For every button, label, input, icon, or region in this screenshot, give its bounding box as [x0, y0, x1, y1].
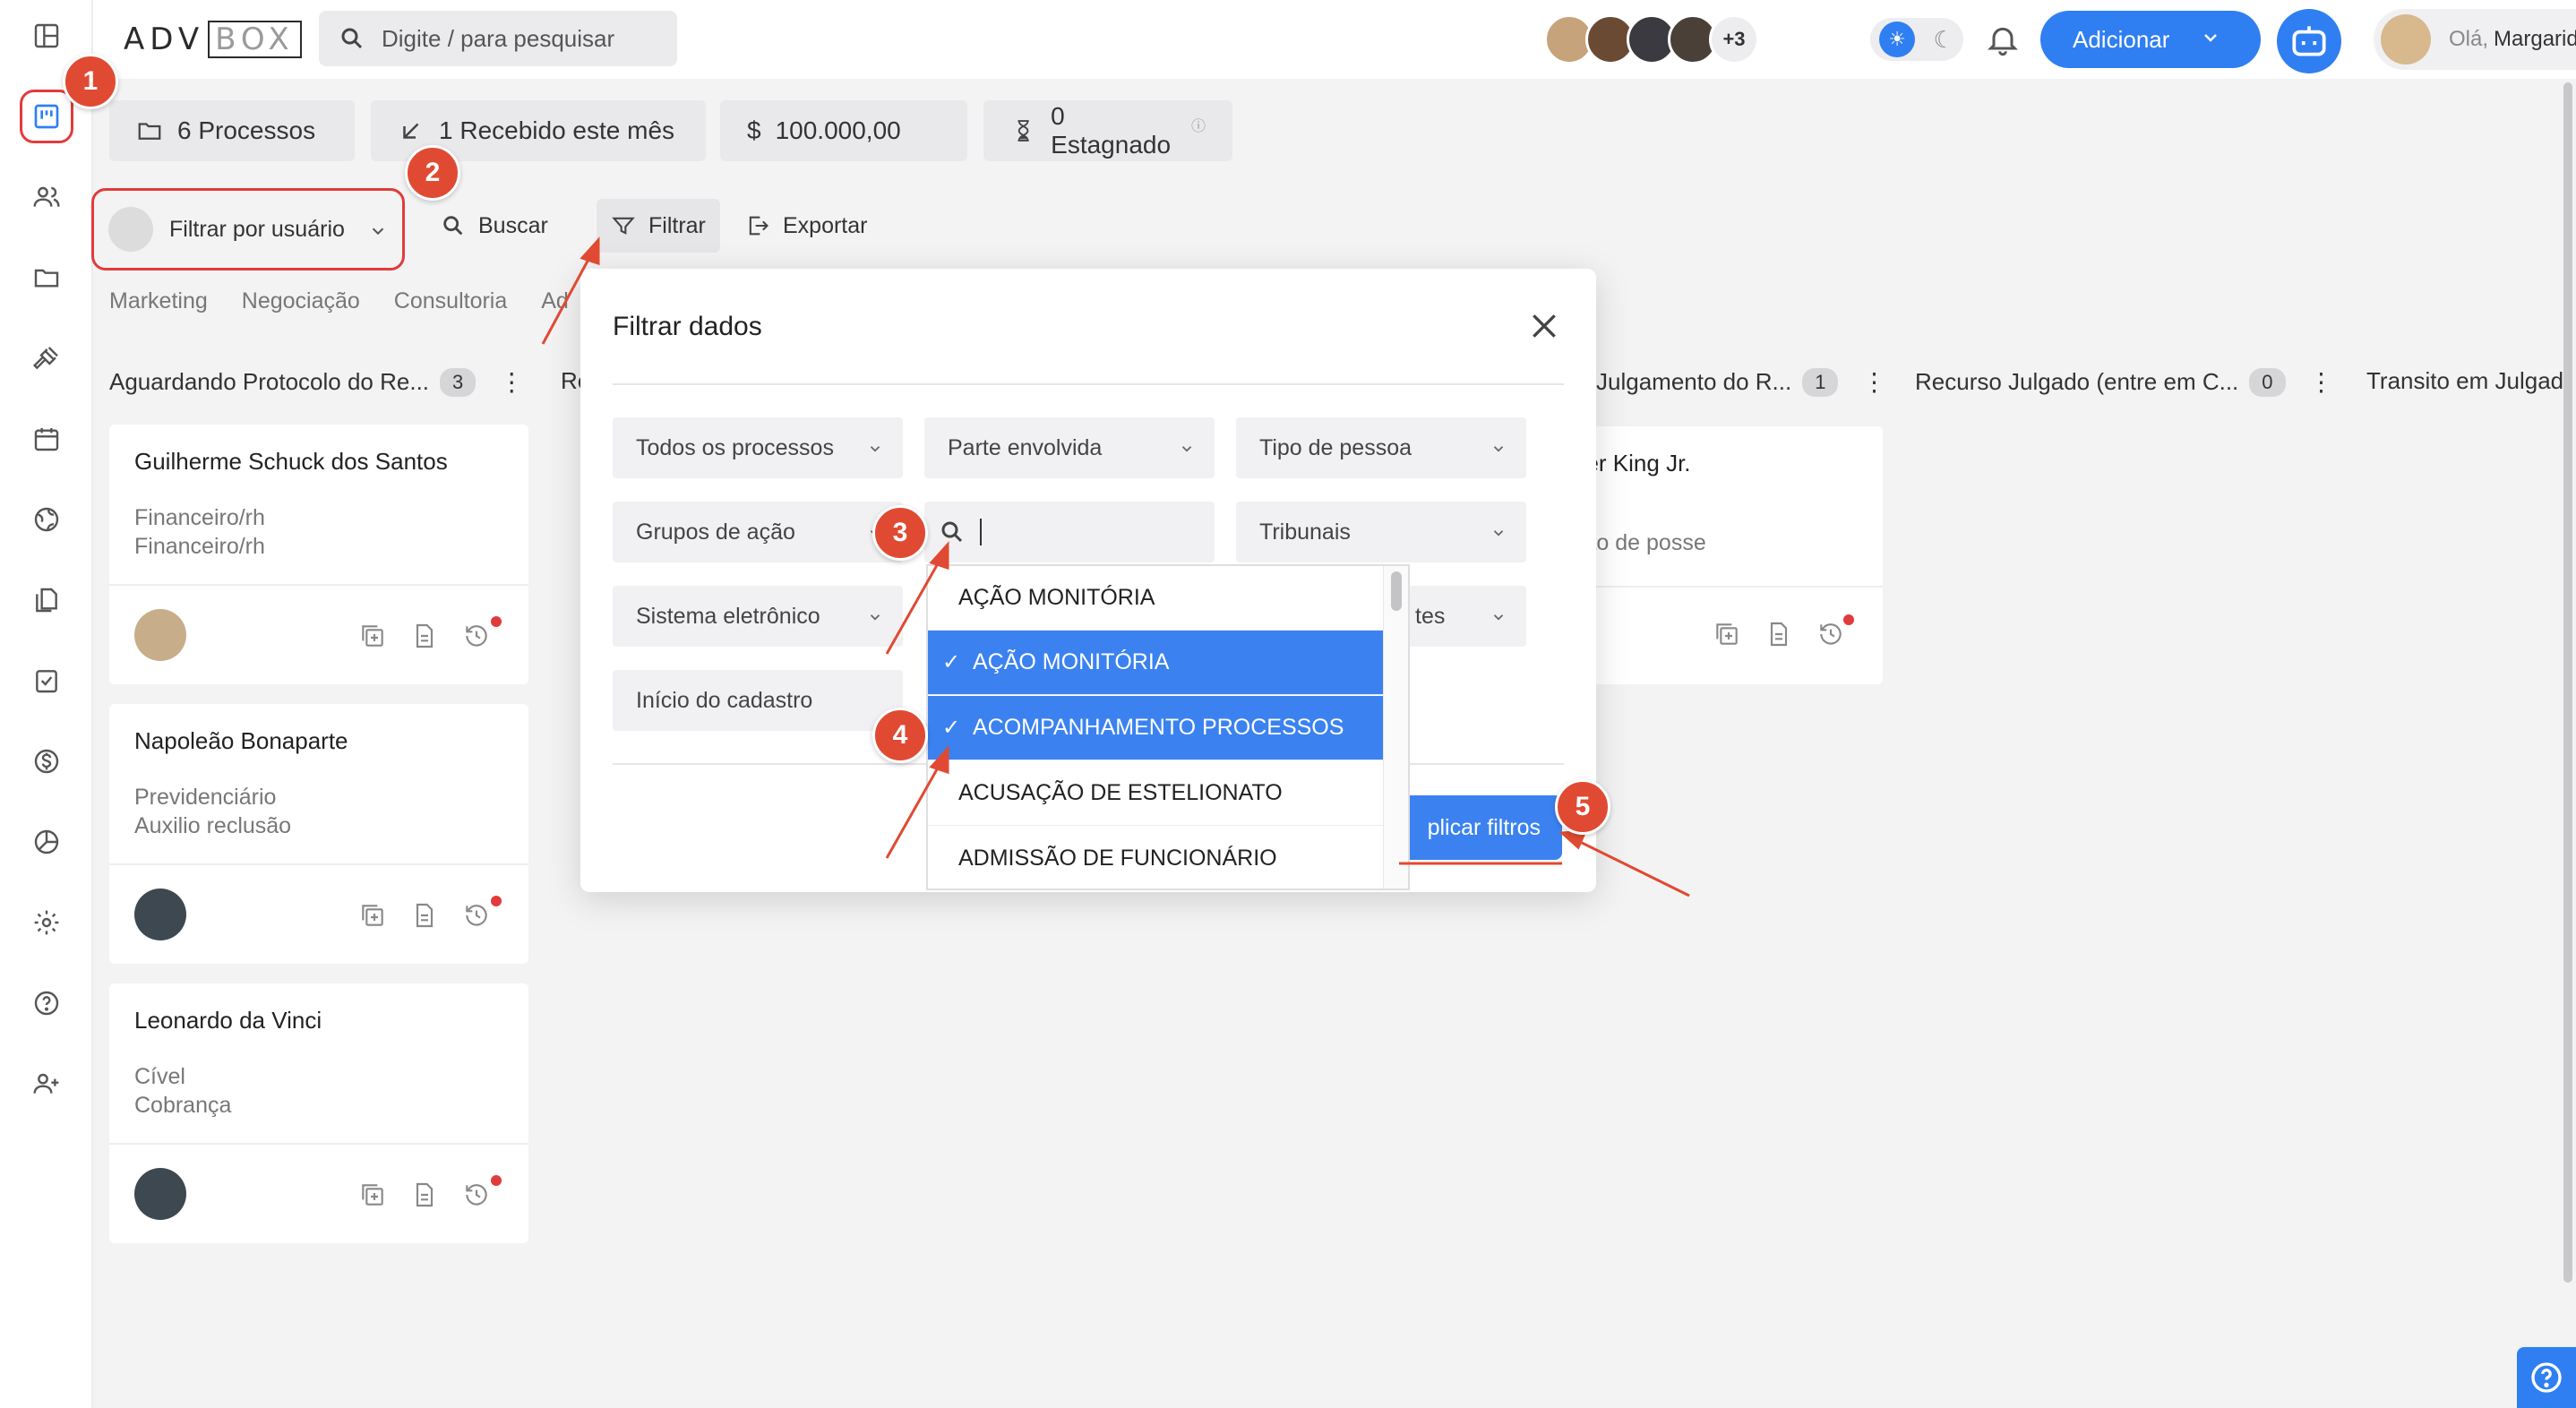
step-marker-4: 4: [872, 708, 928, 763]
arrowhead: [580, 236, 600, 266]
arrow-to-apply: [1576, 838, 1690, 897]
arrow-to-filter: [541, 253, 593, 345]
step-marker-1: 1: [63, 54, 118, 109]
help-chat-button[interactable]: [2517, 1347, 2576, 1408]
annotation-arrows: [541, 236, 1690, 897]
arrowhead: [929, 745, 949, 775]
step-marker-3: 3: [872, 505, 928, 561]
arrowhead: [929, 541, 949, 571]
help-icon: [2531, 1362, 2562, 1393]
arrow-to-selected: [885, 762, 942, 859]
step-marker-2: 2: [405, 145, 460, 201]
page-scrollbar[interactable]: [2563, 82, 2572, 1283]
arrow-to-search: [885, 558, 942, 655]
step-marker-5: 5: [1555, 779, 1610, 835]
